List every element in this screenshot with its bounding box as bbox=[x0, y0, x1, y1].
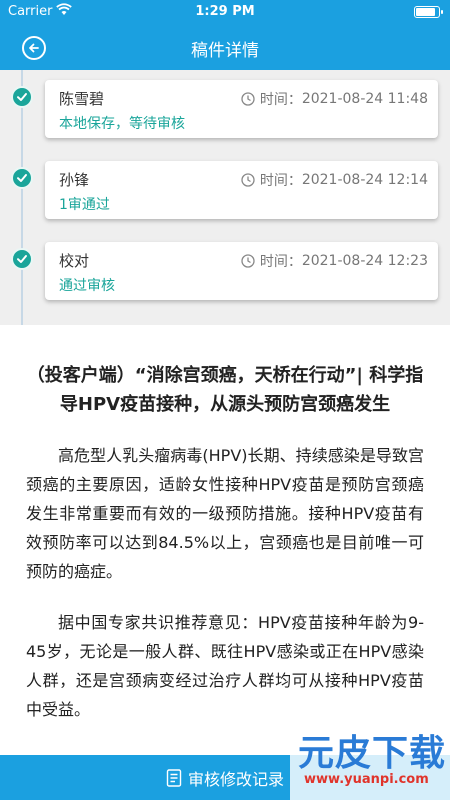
reviewer-name: 校对 bbox=[59, 252, 90, 270]
time-label: 时间： bbox=[259, 173, 302, 189]
review-time: 时间： 2021-08-24 12:23 bbox=[241, 251, 428, 271]
time-value: 2021-08-24 12:23 bbox=[301, 253, 428, 269]
top-bar: Carrier 1:29 PM 稿件详情 bbox=[0, 0, 450, 70]
time-label: 时间： bbox=[259, 92, 302, 108]
check-icon bbox=[11, 86, 33, 108]
article-content[interactable]: （投客户端）“消除宫颈癌，天桥在行动”| 科学指导HPV疫苗接种，从源头预防宫颈… bbox=[0, 325, 450, 755]
watermark-text: 元皮下载 bbox=[298, 733, 447, 774]
review-history-label: 审核修改记录 bbox=[187, 769, 284, 789]
reviewer-name: 陈雪碧 bbox=[59, 90, 105, 108]
clock-icon bbox=[241, 92, 255, 106]
time-value: 2021-08-24 12:14 bbox=[301, 172, 428, 188]
timeline-card: 陈雪碧 时间： 2021-08-24 11:48 本地保存，等待审核 bbox=[45, 80, 438, 138]
status-bar: Carrier 1:29 PM bbox=[0, 0, 450, 24]
page-title: 稿件详情 bbox=[191, 41, 259, 61]
timeline-card: 校对 时间： 2021-08-24 12:23 通过审核 bbox=[45, 242, 438, 300]
time-value: 2021-08-24 11:48 bbox=[301, 91, 428, 107]
clock-icon bbox=[241, 173, 255, 187]
reviewer-name: 孙锋 bbox=[59, 171, 90, 189]
watermark-logo: 元皮下载 www.yuanpi.com bbox=[290, 722, 450, 800]
article-title: （投客户端）“消除宫颈癌，天桥在行动”| 科学指导HPV疫苗接种，从源头预防宫颈… bbox=[26, 365, 424, 415]
review-time: 时间： 2021-08-24 11:48 bbox=[241, 89, 428, 109]
review-status: 1审通过 bbox=[59, 197, 110, 213]
review-status: 通过审核 bbox=[59, 278, 115, 294]
article-paragraph: 据中国专家共识推荐意见：HPV疫苗接种年龄为9-45岁，无论是一般人群、既往HP… bbox=[26, 613, 424, 719]
article-paragraph: 高危型人乳头瘤病毒(HPV)长期、持续感染是导致宫颈癌的主要原因，适龄女性接种H… bbox=[26, 446, 424, 581]
review-timeline: 陈雪碧 时间： 2021-08-24 11:48 本地保存，等待审核 孙锋 时间… bbox=[0, 70, 450, 325]
battery-icon bbox=[414, 6, 443, 18]
watermark-url: www.yuanpi.com bbox=[304, 772, 429, 787]
clock-icon bbox=[241, 254, 255, 268]
document-icon bbox=[166, 768, 182, 787]
review-time: 时间： 2021-08-24 12:14 bbox=[241, 170, 428, 190]
check-icon bbox=[11, 248, 33, 270]
timeline-line bbox=[21, 70, 23, 325]
review-status: 本地保存，等待审核 bbox=[59, 116, 185, 132]
time-label: 时间： bbox=[259, 254, 302, 270]
check-icon bbox=[11, 167, 33, 189]
timeline-card: 孙锋 时间： 2021-08-24 12:14 1审通过 bbox=[45, 161, 438, 219]
status-time: 1:29 PM bbox=[195, 4, 255, 19]
